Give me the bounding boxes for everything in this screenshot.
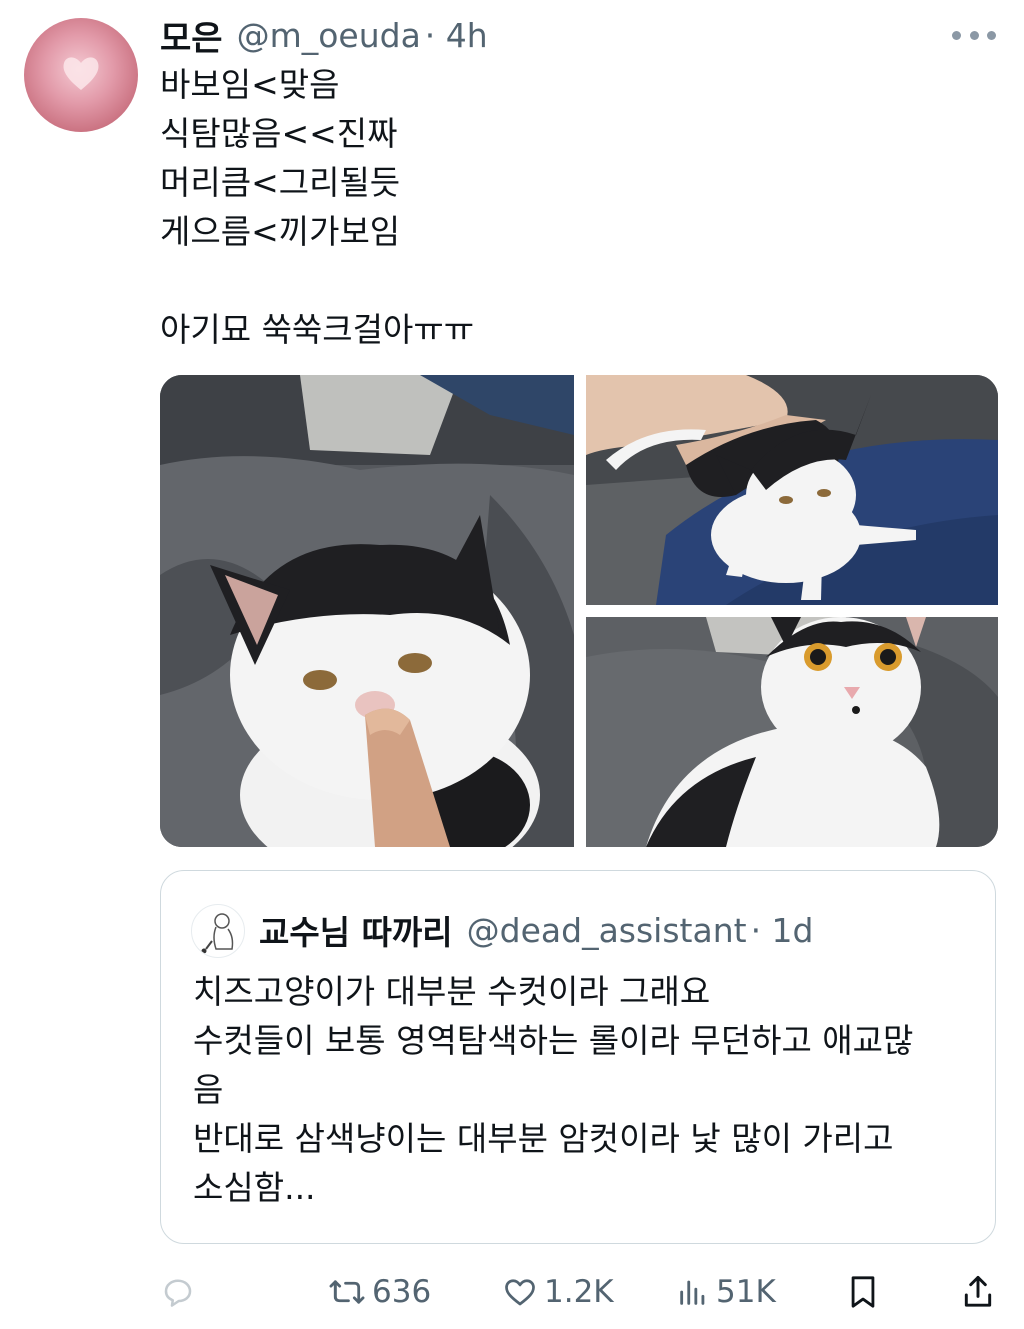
like-icon <box>505 1279 535 1306</box>
quoted-author-name[interactable]: 교수님 따까리 <box>259 906 453 954</box>
more-icon[interactable] <box>952 20 996 50</box>
views-count: 51K <box>716 1274 776 1310</box>
author-handle[interactable]: @m_oeuda <box>237 16 421 55</box>
retweet-button[interactable]: 636 <box>328 1266 431 1318</box>
like-count: 1.2K <box>544 1274 614 1310</box>
media-grid[interactable] <box>160 375 998 847</box>
action-bar: 636 1.2K 51K <box>160 1266 1000 1318</box>
cat-photo-on-blue-cushion[interactable] <box>586 375 998 605</box>
tweet-time[interactable]: · 4h <box>425 16 488 55</box>
author-name[interactable]: 모은 <box>160 11 223 60</box>
cat-photo-finger-boop[interactable] <box>160 375 574 847</box>
quoted-time[interactable]: · 1d <box>751 911 814 950</box>
bookmark-button[interactable] <box>846 1266 880 1318</box>
views-button[interactable]: 51K <box>676 1266 776 1318</box>
share-icon <box>964 1275 992 1307</box>
views-icon <box>680 1280 705 1305</box>
retweet-count: 636 <box>372 1274 432 1310</box>
bookmark-icon <box>851 1276 875 1308</box>
reply-icon <box>164 1279 192 1307</box>
retweet-icon <box>329 1280 365 1304</box>
quoted-tweet[interactable]: 교수님 따까리 @dead_assistant · 1d 치즈고양이가 대부분 … <box>160 870 996 1244</box>
author-avatar[interactable] <box>24 18 138 132</box>
heart-icon <box>63 57 99 90</box>
tweet-header: 모은 @m_oeuda · 4h <box>160 11 488 60</box>
quoted-header: 교수님 따까리 @dead_assistant · 1d <box>259 907 814 953</box>
tweet-text: 바보임<맞음 식탐많음<<진짜 머리큼<그리될듯 게으름<끼가보임 아기묘 쑥쑥… <box>160 65 475 349</box>
quoted-text: 치즈고양이가 대부분 수컷이라 그래요 수컷들이 보통 영역탐색하는 롤이라 무… <box>193 972 914 1207</box>
quoted-author-avatar[interactable] <box>191 904 245 958</box>
share-button[interactable] <box>960 1266 996 1318</box>
like-button[interactable]: 1.2K <box>502 1266 614 1318</box>
reply-button[interactable] <box>160 1266 202 1318</box>
cat-photo-sitting-front[interactable] <box>586 617 998 847</box>
quoted-author-handle[interactable]: @dead_assistant <box>467 911 747 950</box>
